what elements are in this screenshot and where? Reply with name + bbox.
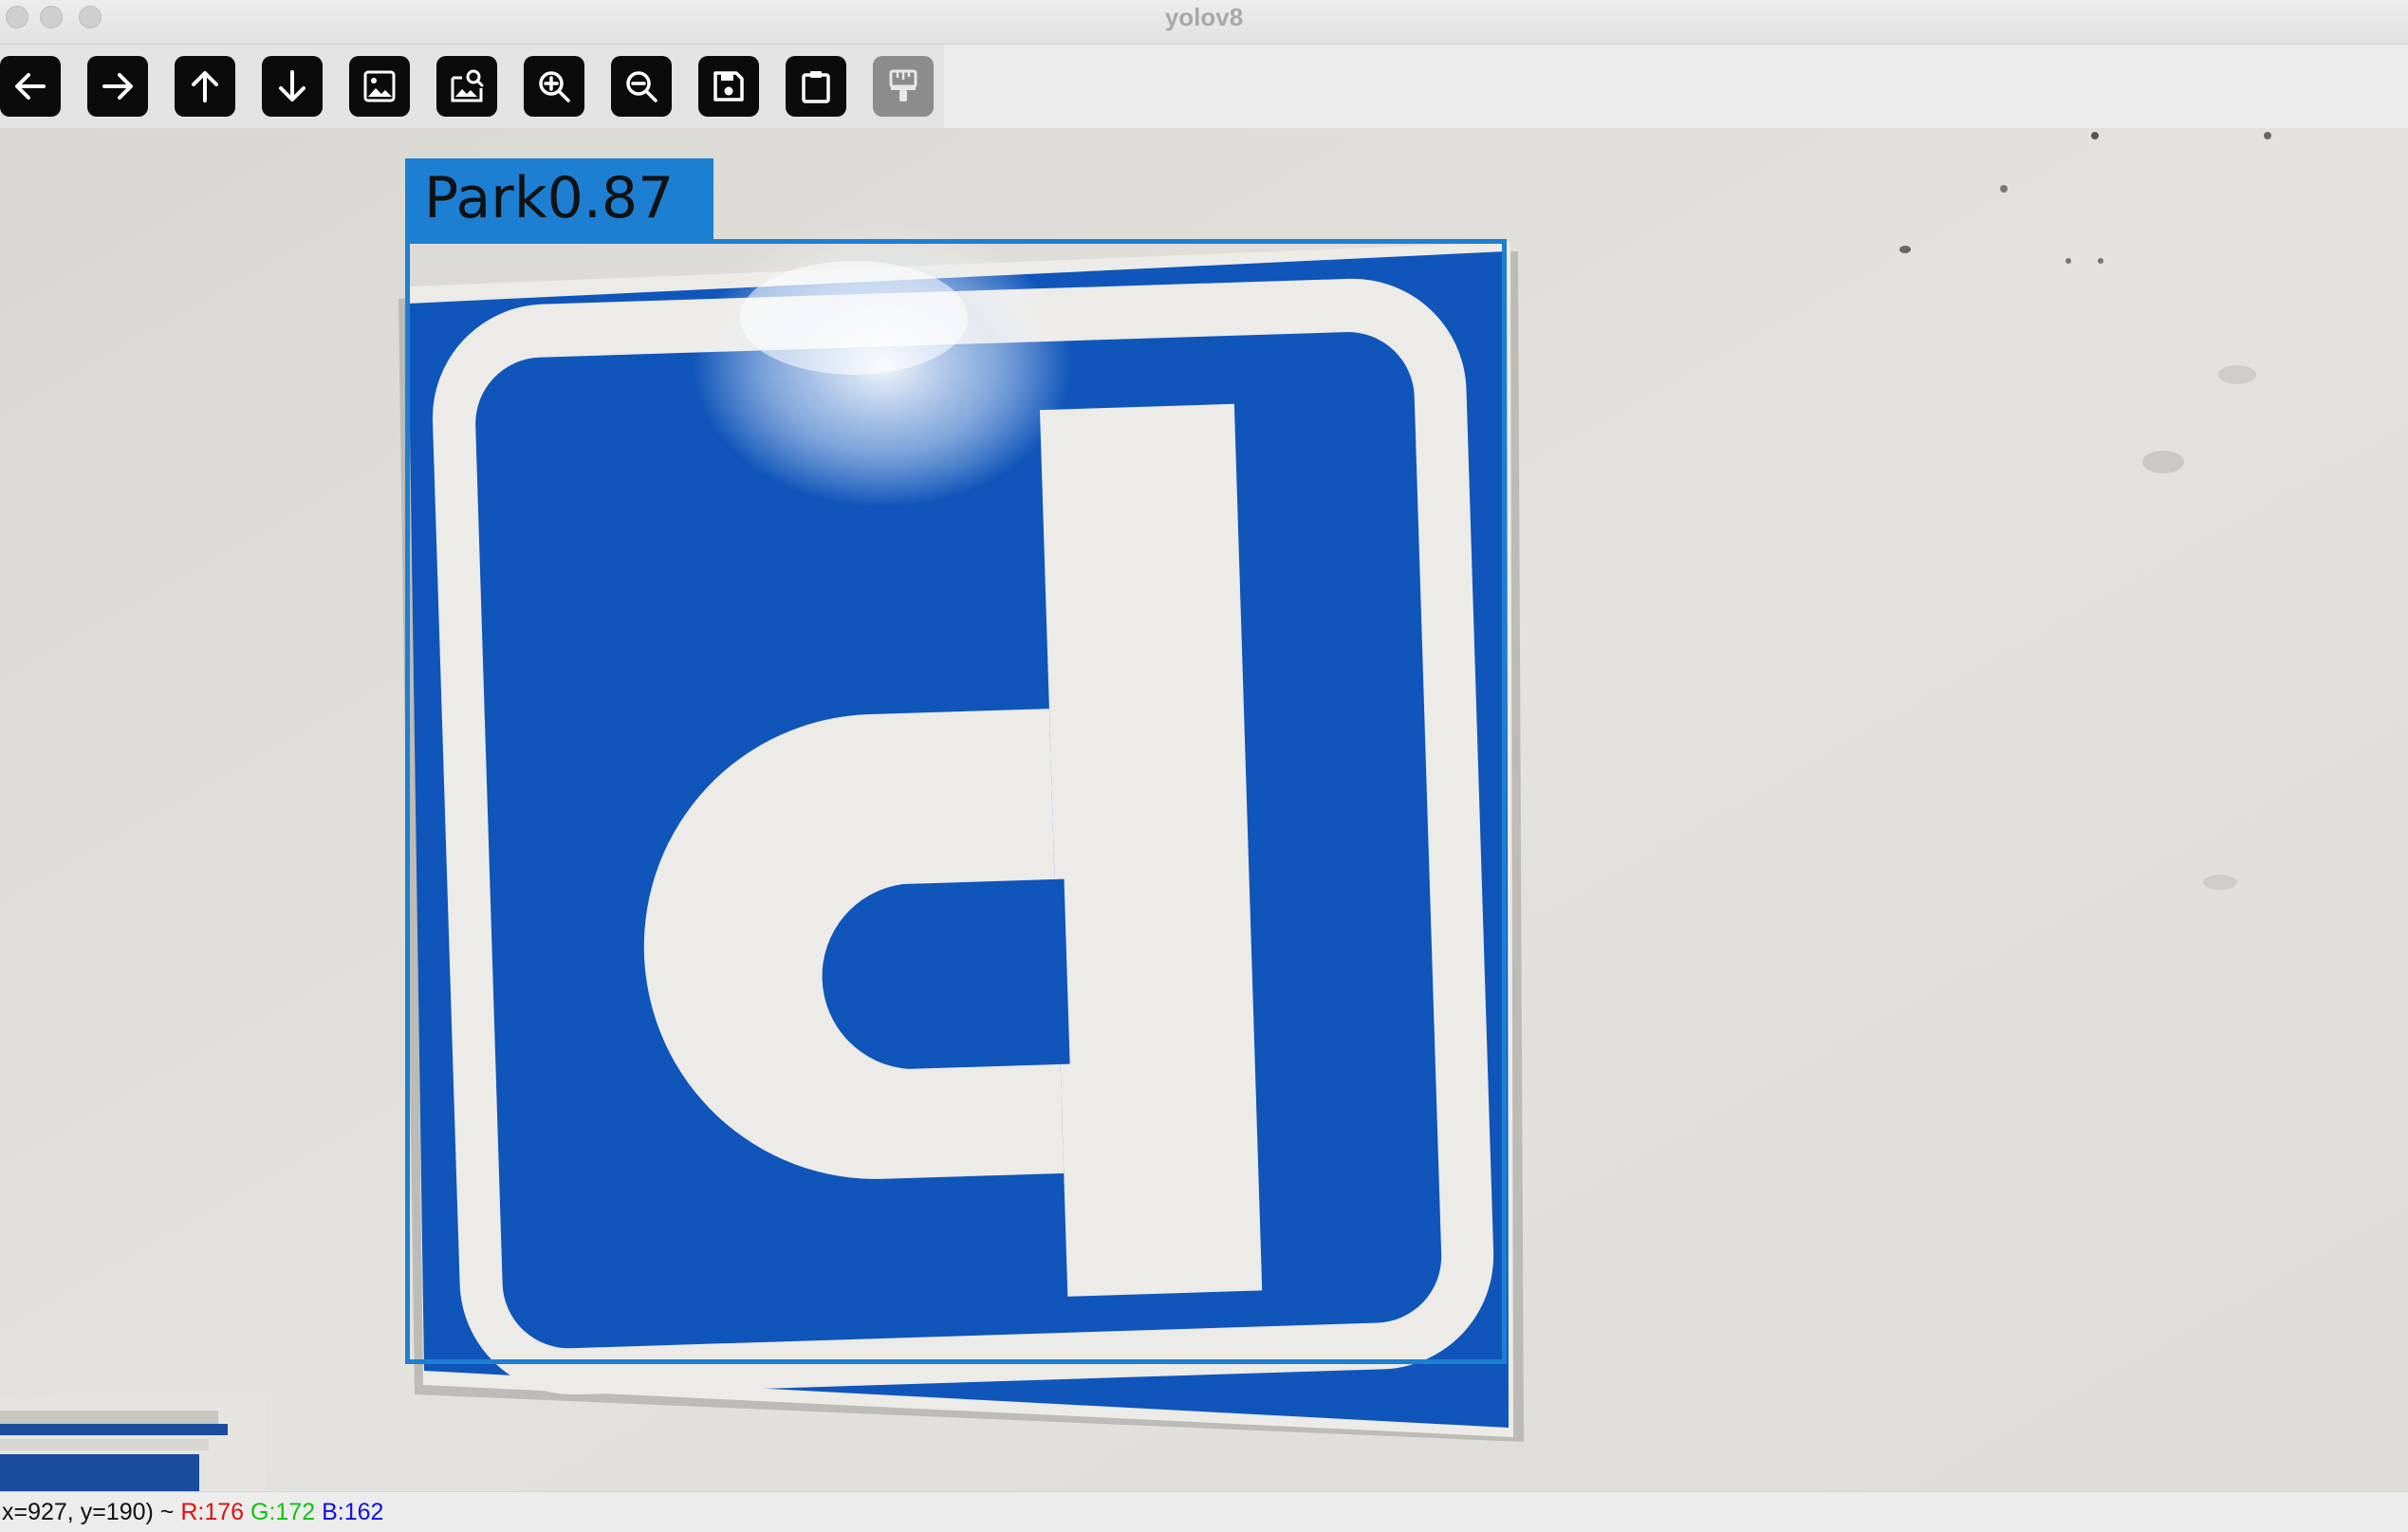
arrow-up-icon — [192, 71, 218, 102]
image-canvas[interactable]: Park0.87 — [0, 128, 2408, 1491]
cursor-coordinates: x=927, y=190) ~ — [2, 1499, 175, 1525]
zoom-in-button[interactable] — [524, 56, 584, 117]
paint-brush-icon — [889, 69, 917, 102]
clipboard-icon — [802, 71, 830, 103]
pixel-blue-value: B:162 — [322, 1499, 384, 1525]
zoom-to-fit-button[interactable] — [349, 56, 410, 117]
detection-bounding-box — [405, 239, 1507, 1364]
title-bar: yolov8 — [0, 0, 2408, 45]
save-button[interactable] — [698, 56, 759, 117]
forward-button[interactable] — [87, 56, 148, 117]
copy-to-clipboard-button[interactable] — [786, 56, 846, 117]
zoom-out-icon — [626, 71, 658, 102]
image-search-icon — [451, 69, 484, 102]
down-button[interactable] — [262, 56, 323, 117]
detection-label: Park0.87 — [405, 158, 713, 239]
window-title: yolov8 — [1164, 3, 1244, 31]
image-icon — [363, 70, 396, 102]
properties-button[interactable] — [873, 56, 934, 117]
up-button[interactable] — [175, 56, 235, 117]
status-bar: x=927, y=190) ~ R:176 G:172 B:162 — [0, 1491, 2408, 1532]
pixel-green-value: G:172 — [250, 1499, 316, 1525]
zoom-to-original-button[interactable] — [436, 56, 497, 117]
pixel-red-value: R:176 — [180, 1499, 245, 1525]
save-icon — [713, 71, 744, 102]
back-button[interactable] — [0, 56, 61, 117]
zoom-in-icon — [539, 71, 570, 102]
toolbar — [0, 45, 944, 128]
arrow-down-icon — [279, 70, 306, 102]
arrow-left-icon — [15, 73, 46, 100]
arrow-right-icon — [102, 73, 133, 100]
zoom-out-button[interactable] — [611, 56, 672, 117]
